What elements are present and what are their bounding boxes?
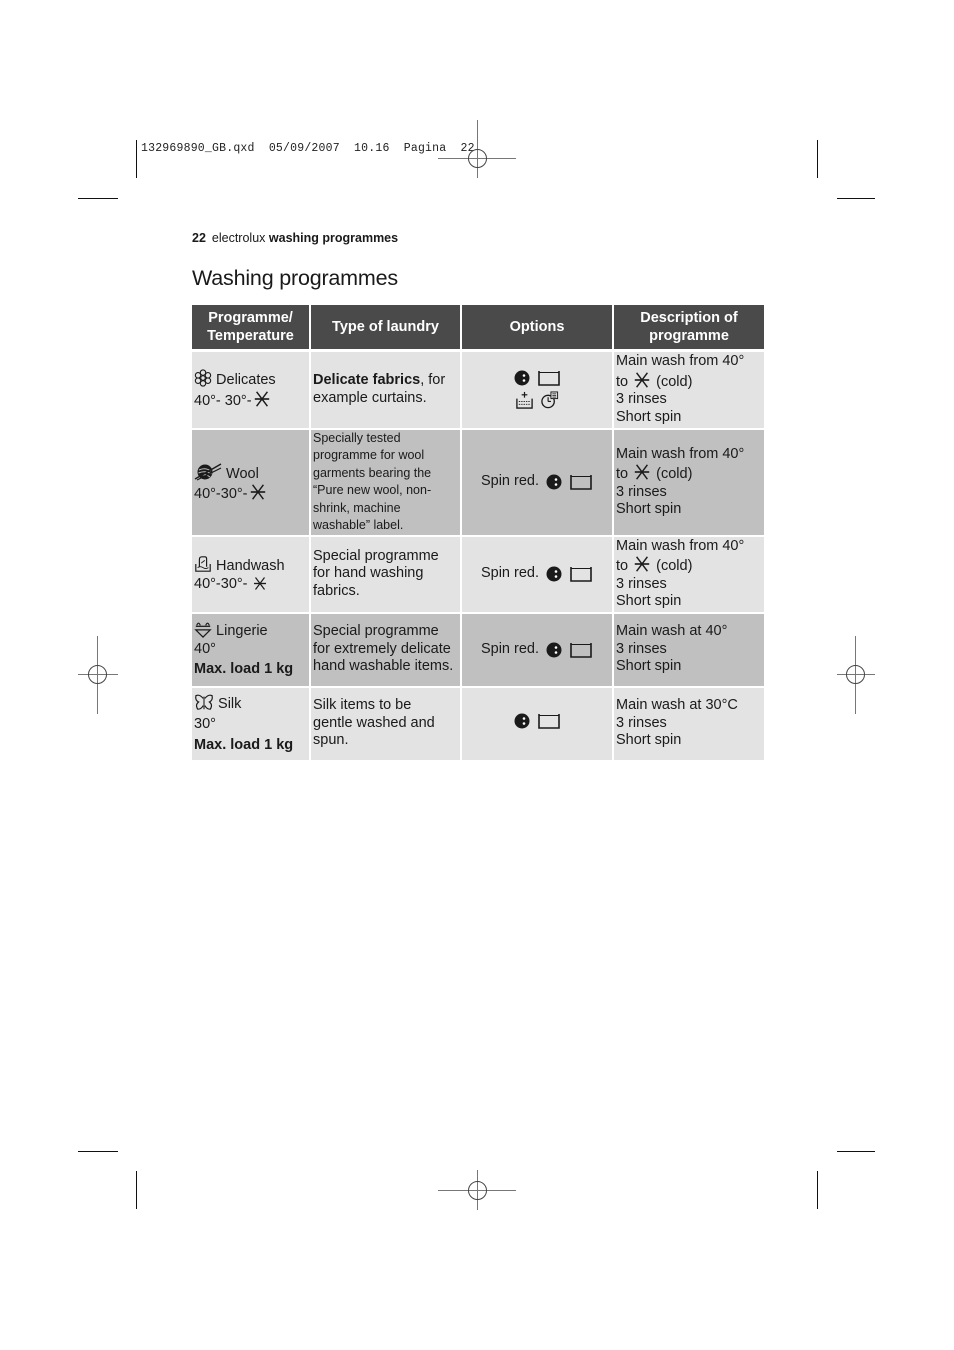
running-head: 22 electrolux washing programmes	[192, 231, 398, 245]
handwash-icon	[194, 555, 212, 573]
programme-name: Handwash	[216, 558, 285, 574]
rinse-hold-icon	[569, 565, 593, 583]
section-name: washing programmes	[268, 231, 399, 245]
programme-temperature: 40°-30°-	[194, 575, 252, 592]
programme-cell: Wool 40°-30°-	[190, 427, 311, 537]
registration-mark-bottom	[438, 1170, 516, 1210]
registration-mark-left	[78, 636, 118, 714]
programme-temperature: 30°	[194, 716, 216, 733]
laundry-type-cell: Special programme for hand washing fabri…	[309, 534, 462, 614]
print-slug: 132969890_GB.qxd 05/09/2007 10.16 Pagina…	[141, 142, 475, 155]
table-header-row: Programme/ Temperature Type of laundry O…	[190, 303, 766, 352]
cold-snowflake-icon	[252, 576, 268, 591]
max-load: Max. load 1 kg	[194, 661, 294, 678]
options-cell: Spin red.	[460, 611, 614, 688]
crop-mark	[78, 1151, 118, 1152]
registration-mark-right	[837, 636, 877, 714]
header-type-of-laundry: Type of laundry	[309, 303, 462, 352]
programme-temperature: 40°	[194, 640, 216, 657]
brand-name: electrolux	[211, 231, 266, 245]
options-label: Spin red.	[480, 473, 540, 490]
wool-ball-icon	[194, 461, 222, 481]
spin-reduction-icon	[513, 369, 531, 387]
programme-name: Delicates	[216, 372, 276, 389]
spin-reduction-icon	[545, 641, 563, 659]
crop-mark	[837, 1151, 875, 1152]
time-saving-icon	[540, 391, 560, 410]
cold-snowflake-icon	[632, 463, 652, 481]
rinse-hold-icon	[569, 473, 593, 491]
cold-snowflake-icon	[248, 483, 268, 501]
description-cell: Main wash from 40° to (cold) 3 rinses Sh…	[612, 427, 766, 537]
description-cell: Main wash at 40° 3 rinses Short spin	[612, 611, 766, 688]
washing-programmes-table: Programme/ Temperature Type of laundry O…	[190, 303, 766, 762]
lingerie-icon	[194, 620, 212, 638]
silk-butterfly-icon	[194, 693, 214, 711]
crop-mark	[817, 1171, 818, 1209]
options-cell	[460, 685, 614, 762]
description-cell: Main wash from 40° to (cold) 3 rinses Sh…	[612, 534, 766, 614]
cold-snowflake-icon	[252, 390, 272, 408]
page-title: Washing programmes	[192, 266, 398, 290]
header-programme-temperature: Programme/ Temperature	[190, 303, 311, 352]
rinse-hold-icon	[537, 712, 561, 730]
crop-mark	[78, 198, 118, 199]
programme-temperature: 40°- 30°-	[194, 392, 252, 409]
crop-mark	[817, 140, 818, 178]
header-options: Options	[460, 303, 614, 352]
table-row-lingerie: Lingerie 40° Max. load 1 kg Special prog…	[190, 611, 766, 688]
programme-cell: Lingerie 40° Max. load 1 kg	[190, 611, 311, 688]
programme-name: Silk	[218, 695, 242, 712]
programme-cell: Silk 30° Max. load 1 kg	[190, 685, 311, 762]
crop-mark	[136, 1171, 137, 1209]
crop-mark	[837, 198, 875, 199]
laundry-type-bold: Delicate fabrics	[313, 372, 421, 389]
options-cell: Spin red.	[460, 427, 614, 537]
table-row-silk: Silk 30° Max. load 1 kg Silk items to be…	[190, 685, 766, 762]
crop-mark	[136, 140, 137, 178]
spin-reduction-icon	[545, 473, 563, 491]
laundry-type-cell: Delicate fabrics, for example curtains.	[309, 349, 462, 430]
rinse-hold-icon	[569, 641, 593, 659]
page-number: 22	[192, 231, 206, 245]
description-cell: Main wash from 40° to (cold) 3 rinses Sh…	[612, 349, 766, 430]
table-row-wool: Wool 40°-30°- Specially tested programme…	[190, 427, 766, 537]
laundry-type-cell: Specially tested programme for wool garm…	[309, 427, 462, 537]
laundry-type-cell: Special programme for extremely delicate…	[309, 611, 462, 688]
options-label: Spin red.	[480, 640, 540, 657]
cold-snowflake-icon	[632, 371, 652, 389]
cold-snowflake-icon	[632, 555, 652, 573]
programme-cell: Delicates 40°- 30°-	[190, 349, 311, 430]
table-row-handwash: Handwash 40°-30°- Special programme for …	[190, 534, 766, 614]
prewash-icon	[515, 391, 534, 410]
laundry-type-cell: Silk items to be gentle washed and spun.	[309, 685, 462, 762]
programme-temperature: 40°-30°-	[194, 486, 248, 502]
spin-reduction-icon	[545, 565, 563, 583]
programme-name: Wool	[226, 465, 259, 482]
programme-cell: Handwash 40°-30°-	[190, 534, 311, 614]
max-load: Max. load 1 kg	[194, 736, 294, 753]
options-label: Spin red.	[480, 565, 540, 582]
options-cell: Spin red.	[460, 534, 614, 614]
delicates-flower-icon	[194, 369, 212, 387]
description-cell: Main wash at 30°C 3 rinses Short spin	[612, 685, 766, 762]
registration-mark-top	[438, 120, 516, 178]
rinse-hold-icon	[537, 369, 561, 387]
header-description: Description of programme	[612, 303, 766, 352]
programme-name: Lingerie	[216, 623, 268, 640]
table-row-delicates: Delicates 40°- 30°- Delicate fabrics, fo…	[190, 349, 766, 430]
spin-reduction-icon	[513, 712, 531, 730]
options-cell	[460, 349, 614, 430]
